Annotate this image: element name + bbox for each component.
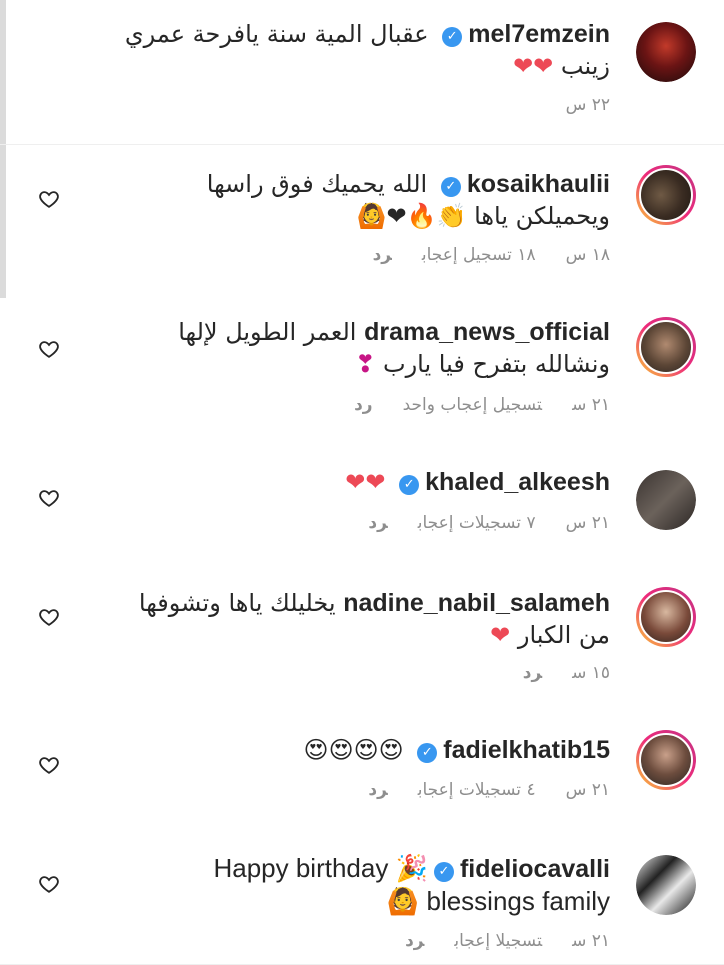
comment-body: fadielkhatib15✓ 😍😍😍😍 bbox=[110, 734, 610, 766]
comment-line: Happy birthday 🎉 ✓ fideliocavalli bbox=[110, 852, 610, 885]
reply-button[interactable]: رد bbox=[354, 395, 373, 415]
likes-count[interactable]: تسجيلا إعجاب bbox=[454, 931, 542, 951]
comment-item: nadine_nabil_salameh يخليلك ياها وتشوفها… bbox=[0, 570, 724, 715]
comment-meta: ٢١ س تسجيل إعجاب واحد رد bbox=[324, 394, 610, 416]
comment-body: nadine_nabil_salameh يخليلك ياها وتشوفها… bbox=[110, 587, 610, 651]
comment-time: ٢١ س bbox=[572, 395, 610, 415]
comment-time: ١٥ س bbox=[572, 663, 610, 683]
comment-emoji: 👏🔥❤🙆 bbox=[356, 202, 467, 230]
reply-button[interactable]: رد bbox=[523, 663, 542, 683]
username-link[interactable]: fadielkhatib15 bbox=[443, 736, 610, 764]
username-link[interactable]: kosaikhaulii bbox=[467, 170, 610, 198]
comment-item: drama_news_official العمر الطويل لإلها و… bbox=[0, 300, 724, 450]
username-link[interactable]: khaled_alkeesh bbox=[425, 468, 610, 496]
comment-body: Happy birthday 🎉 ✓ fideliocavalli 🙆 blessi… bbox=[110, 852, 610, 918]
comment-time: ٢١ س bbox=[565, 780, 610, 800]
reply-button[interactable]: رد bbox=[368, 513, 387, 533]
reply-button[interactable]: رد bbox=[405, 931, 424, 951]
comment-body: mel7emzein✓ عقبال المية سنة يافرحة عمري … bbox=[110, 18, 610, 82]
reply-button[interactable]: رد bbox=[373, 245, 392, 265]
username-link[interactable]: fideliocavalli bbox=[460, 855, 610, 883]
comment-meta: ٢١ س تسجيلا إعجاب رد bbox=[375, 930, 610, 952]
comment-meta: ١٨ س ١٨ تسجيل إعجاب رد bbox=[343, 244, 610, 266]
verified-badge-icon: ✓ bbox=[399, 475, 420, 495]
avatar[interactable] bbox=[636, 587, 696, 647]
avatar[interactable] bbox=[636, 470, 696, 530]
comment-item: kosaikhaulii✓ الله يحميك فوق راسها ويحمي… bbox=[0, 145, 724, 300]
comment-time: ٢٢ س bbox=[565, 95, 610, 115]
comment-emoji: ❤❤ bbox=[513, 52, 554, 80]
comment-time: ٢١ س bbox=[572, 931, 610, 951]
comment-body: kosaikhaulii✓ الله يحميك فوق راسها ويحمي… bbox=[110, 168, 610, 232]
username-link[interactable]: drama_news_official bbox=[364, 318, 610, 346]
comment-emoji: ❤❤ bbox=[345, 468, 386, 496]
comment-meta: ٢١ س ٧ تسجيلات إعجاب رد bbox=[338, 512, 610, 534]
heart-outline-icon[interactable] bbox=[38, 487, 60, 509]
likes-count[interactable]: ٧ تسجيلات إعجاب bbox=[418, 513, 536, 533]
comment-body: khaled_alkeesh✓ ❤❤ bbox=[110, 466, 610, 498]
reply-button[interactable]: رد bbox=[368, 780, 387, 800]
comment-meta: ١٥ س رد bbox=[493, 662, 610, 684]
verified-badge-icon: ✓ bbox=[442, 27, 463, 47]
comment-body: drama_news_official العمر الطويل لإلها و… bbox=[110, 316, 610, 380]
heart-outline-icon[interactable] bbox=[38, 754, 60, 776]
comment-item: fadielkhatib15✓ 😍😍😍😍 ٢١ س ٤ تسجيلات إعجاب… bbox=[0, 715, 724, 840]
verified-badge-icon: ✓ bbox=[433, 862, 454, 882]
heart-outline-icon[interactable] bbox=[38, 188, 60, 210]
avatar[interactable] bbox=[636, 855, 696, 915]
username-link[interactable]: mel7emzein bbox=[468, 20, 610, 48]
comment-item: khaled_alkeesh✓ ❤❤ ٢١ س ٧ تسجيلات إعجاب رد bbox=[0, 450, 724, 570]
comment-emoji: 😍😍😍😍 bbox=[303, 736, 404, 764]
avatar[interactable] bbox=[636, 317, 696, 377]
avatar[interactable] bbox=[636, 22, 696, 82]
comment-meta: ٢١ س ٤ تسجيلات إعجاب رد bbox=[338, 779, 610, 801]
comment-item: mel7emzein✓ عقبال المية سنة يافرحة عمري … bbox=[0, 0, 724, 145]
likes-count[interactable]: ١٨ تسجيل إعجاب bbox=[422, 245, 536, 265]
verified-badge-icon: ✓ bbox=[417, 743, 438, 763]
likes-count[interactable]: ٤ تسجيلات إعجاب bbox=[418, 780, 536, 800]
comment-text: 🙆 blessings family bbox=[386, 886, 610, 916]
comment-text: Happy birthday 🎉 bbox=[213, 853, 428, 883]
username-link[interactable]: nadine_nabil_salameh bbox=[343, 589, 610, 617]
heart-outline-icon[interactable] bbox=[38, 338, 60, 360]
likes-count[interactable]: تسجيل إعجاب واحد bbox=[403, 395, 542, 415]
comment-meta: ٢٢ س bbox=[536, 94, 610, 116]
comment-time: ٢١ س bbox=[565, 513, 610, 533]
heart-outline-icon[interactable] bbox=[38, 873, 60, 895]
heart-outline-icon[interactable] bbox=[38, 606, 60, 628]
comment-line: 🙆 blessings family bbox=[110, 885, 610, 918]
verified-badge-icon: ✓ bbox=[440, 177, 461, 197]
comment-time: ١٨ س bbox=[565, 245, 610, 265]
comment-emoji: ❣ bbox=[355, 350, 376, 378]
avatar[interactable] bbox=[636, 730, 696, 790]
avatar[interactable] bbox=[636, 165, 696, 225]
comment-item: Happy birthday 🎉 ✓ fideliocavalli 🙆 blessi… bbox=[0, 840, 724, 965]
comment-emoji: ❤ bbox=[490, 621, 511, 649]
